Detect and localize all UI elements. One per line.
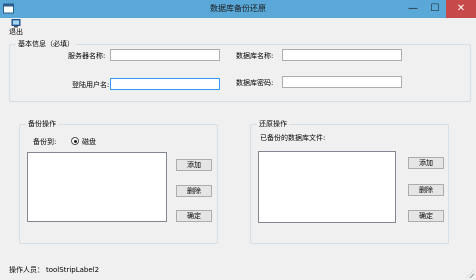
backup-confirm-button[interactable]: 确定: [176, 210, 212, 222]
restore-files-label: 已备份的数据库文件:: [260, 134, 326, 142]
backup-list[interactable]: [27, 152, 167, 222]
db-password-input[interactable]: [282, 76, 402, 88]
restore-confirm-button[interactable]: 确定: [408, 210, 444, 222]
exit-button[interactable]: 退出: [7, 19, 25, 36]
disk-radio-label[interactable]: 磁盘: [82, 138, 96, 147]
operator-label: 操作人员：: [9, 266, 44, 274]
toolbar: 退出: [0, 18, 476, 36]
restore-title: 还原操作: [257, 120, 289, 129]
status-bar: 操作人员： toolStripLabel2: [0, 262, 476, 280]
resize-grip-icon[interactable]: [466, 270, 474, 278]
server-name-input[interactable]: [110, 49, 220, 61]
restore-list[interactable]: [258, 151, 396, 223]
maximize-button[interactable]: ☐: [424, 0, 446, 18]
close-button[interactable]: ✕: [446, 0, 476, 18]
exit-label: 退出: [9, 28, 23, 36]
backup-delete-button[interactable]: 删除: [176, 185, 212, 197]
backup-title: 备份操作: [26, 120, 58, 129]
backup-add-button[interactable]: 添加: [176, 159, 212, 171]
restore-delete-button[interactable]: 删除: [408, 184, 444, 196]
login-user-input[interactable]: [110, 78, 220, 90]
operator-value: toolStripLabel2: [46, 266, 100, 274]
server-name-label: 服务器名称:: [68, 52, 106, 60]
exit-icon: [11, 19, 21, 28]
login-user-label: 登陆用户名:: [72, 81, 110, 89]
db-name-input[interactable]: [282, 49, 402, 61]
minimize-button[interactable]: —: [402, 0, 424, 18]
db-password-label: 数据库密码:: [236, 79, 274, 87]
disk-radio[interactable]: [71, 137, 79, 145]
restore-add-button[interactable]: 添加: [408, 157, 444, 169]
title-bar[interactable]: 数据库备份还原 — ☐ ✕: [0, 0, 476, 18]
backup-to-label: 备份到:: [33, 138, 57, 146]
basic-info-title: 基本信息（必填）: [16, 40, 76, 49]
db-name-label: 数据库名称:: [236, 52, 274, 60]
